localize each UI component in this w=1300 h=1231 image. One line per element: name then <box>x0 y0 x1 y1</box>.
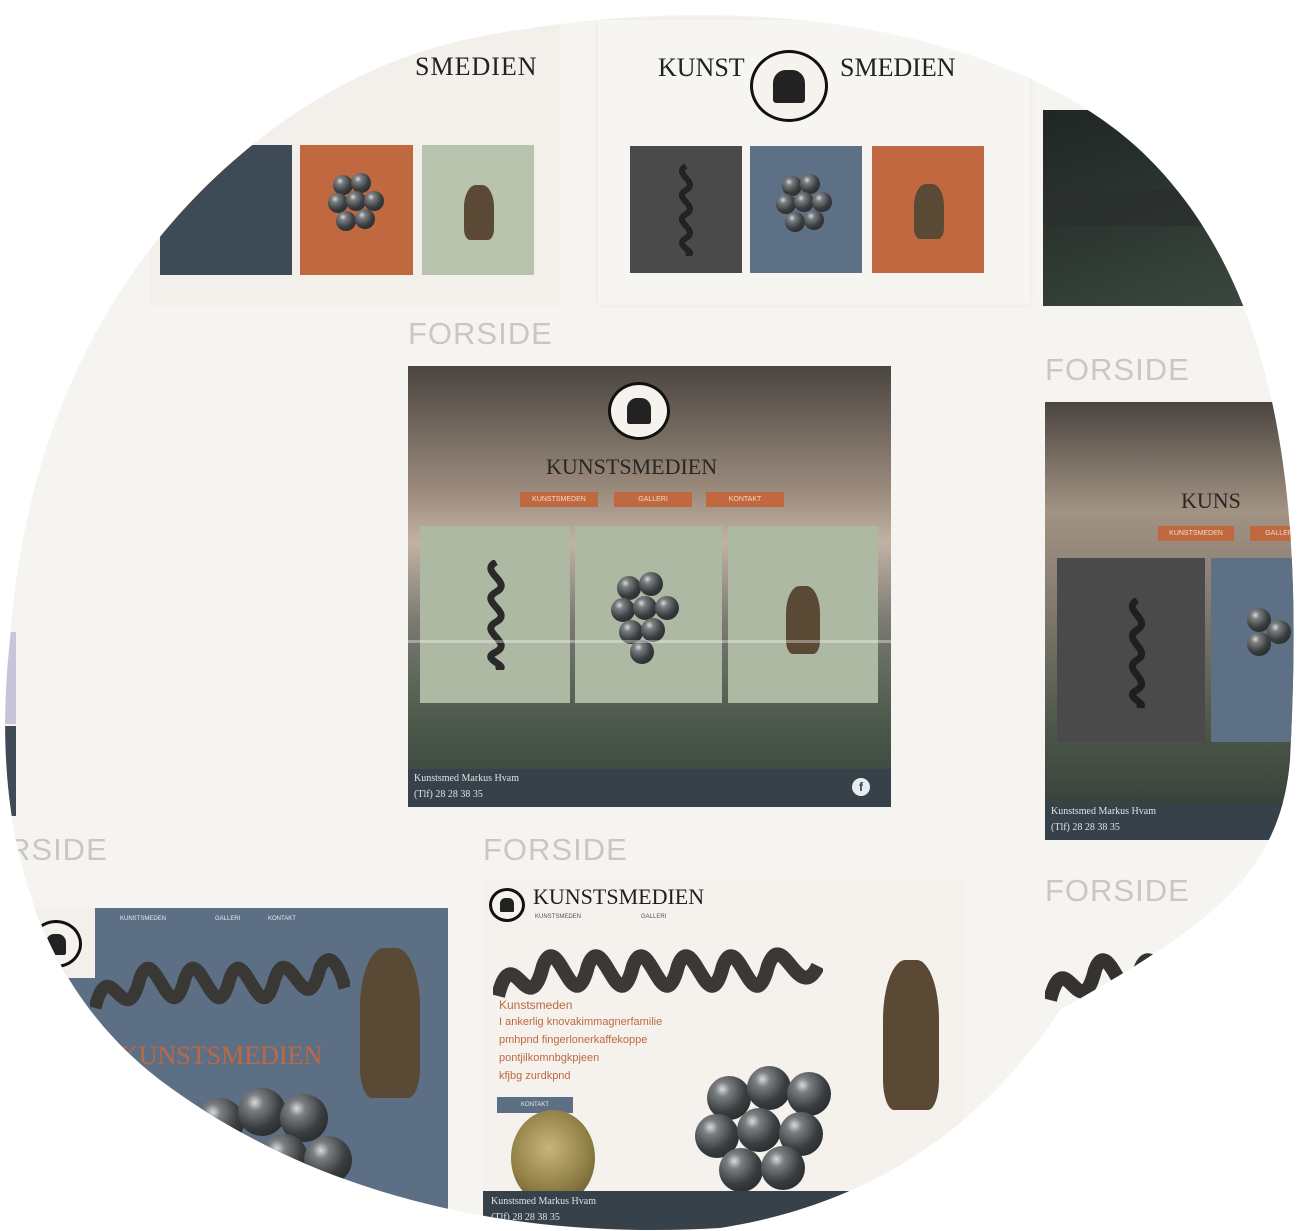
brand-title: KUNSTSMEDIEN <box>120 1041 323 1070</box>
sculpture-figure <box>360 948 420 1098</box>
footer-phone: (Tlf) 28 28 38 35 <box>414 789 483 800</box>
brand-wordmark: SMEDIEN <box>415 52 538 81</box>
about-heading: Kunstsmeden <box>499 998 573 1012</box>
footer-name: Kunstsmed Markus Hvam <box>1051 806 1156 817</box>
nav-item[interactable]: KUNSTSMEDEN <box>120 916 166 922</box>
coil-sculpture-icon <box>1119 598 1155 708</box>
label-forside: FORSIDE <box>408 316 553 351</box>
tile-rust-2 <box>872 146 984 273</box>
mockup-forside-main: KUNSTSMEDIEN KUNSTSMEDEN GALLERI KONTAKT… <box>408 366 891 807</box>
footer-phone: (Tlf) 28 28 38 35 <box>1051 822 1120 833</box>
nav-button[interactable]: KUNSTSMEDEN <box>1158 526 1234 541</box>
coil-sculpture-icon <box>476 560 516 670</box>
tile-sage-figure <box>728 526 878 703</box>
about-line: pmhpnd fingerlonerkaffekoppe <box>499 1034 648 1046</box>
nav-item[interactable]: KUNSTSMEDEN <box>535 914 581 920</box>
site-footer: Kunstsmed Markus Hvam (Tlf) 28 28 38 35 … <box>408 769 891 807</box>
about-line: pontjilkomnbgkpjeen <box>499 1052 600 1064</box>
site-footer: Kunstsmed Markus Hvam (Tlf) 28 28 38 35 <box>483 1191 963 1231</box>
about-line: I ankerlig knovakimmagnerfamilie <box>499 1016 663 1028</box>
tile-steel-blue <box>750 146 862 273</box>
brand-logo <box>489 888 525 922</box>
nav-button-galleri[interactable]: GALLERI <box>614 492 692 507</box>
mockup-bottom-left: KUNSTSMEDEN GALLERI KONTAKT KUNSTSMEDIEN <box>20 908 448 1231</box>
tile-sage-spheres <box>575 526 722 703</box>
brand-title: KUNS <box>1181 488 1241 513</box>
brand-logo <box>608 382 670 440</box>
brand-kunst: KUNST <box>658 53 745 82</box>
brand-smedien: SMEDIEN <box>840 53 956 82</box>
sculpture-figure <box>464 185 494 240</box>
nav-item[interactable]: GALLERI <box>641 914 666 920</box>
mockup-bottom-center: KUNSTSMEDIEN KUNSTSMEDEN GALLERI Kunstsm… <box>483 880 963 1231</box>
label-forside: FORSIDE <box>1045 873 1190 908</box>
label-forside-cut: RSIDE <box>8 832 108 867</box>
site-footer: Kunstsmed Markus Hvam (Tlf) 28 28 38 35 <box>1045 802 1300 840</box>
mockup-bottom-right <box>1045 915 1300 1231</box>
footer-name: Kunstsmed Markus Hvam <box>414 773 519 784</box>
brand-title: KUNSTSMEDIEN <box>546 454 718 479</box>
mockup-top-right <box>1043 110 1300 306</box>
sculpture-figure <box>786 586 820 654</box>
nav-button-kunstsmeden[interactable]: KUNSTSMEDEN <box>520 492 598 507</box>
brand-title: KUNSTSMEDIEN <box>533 884 705 909</box>
footer-phone: (Tlf) 28 28 38 35 <box>491 1212 560 1223</box>
tile-sage-coil <box>420 526 570 703</box>
nav-item[interactable]: GALLERI <box>215 916 240 922</box>
left-edge-sliver <box>0 632 16 724</box>
light-streak <box>408 640 891 643</box>
tile-rust <box>300 145 413 275</box>
mockup-top-left: SMEDIEN <box>150 0 560 305</box>
mockup-top-center: KUNST SMEDIEN <box>598 20 1030 305</box>
label-forside: FORSIDE <box>483 832 628 867</box>
tile-steel-blue <box>1211 558 1300 742</box>
tile-sage <box>422 145 534 275</box>
nav-button[interactable]: GALLERI <box>1250 526 1300 541</box>
sculpture-figure <box>914 184 944 239</box>
tile-slate <box>160 145 292 275</box>
tile-charcoal <box>630 146 742 273</box>
nav-button-kontakt[interactable]: KONTAKT <box>706 492 784 507</box>
about-line: kfjbg zurdkpnd <box>499 1070 571 1082</box>
mockup-forside-right: KUNS KUNSTSMEDEN GALLERI Kunstsmed Marku… <box>1045 402 1300 840</box>
coil-sculpture-icon <box>670 164 702 256</box>
facebook-icon[interactable]: f <box>852 778 870 796</box>
coil-sculpture-icon <box>1045 920 1300 1030</box>
footer-name: Kunstsmed Markus Hvam <box>491 1196 596 1207</box>
label-forside: FORSIDE <box>1045 352 1190 387</box>
coil-sculpture-icon <box>90 928 350 1048</box>
left-edge-sliver <box>0 726 16 816</box>
sculpture-figure <box>883 960 939 1110</box>
tile-charcoal <box>1057 558 1205 742</box>
brand-logo <box>30 920 82 968</box>
brand-logo <box>750 50 828 122</box>
nav-item[interactable]: KONTAKT <box>268 916 296 922</box>
design-overview-blob: SMEDIEN KUNST SMEDIEN FORSIDE FORSIDE FO… <box>0 0 1300 1231</box>
